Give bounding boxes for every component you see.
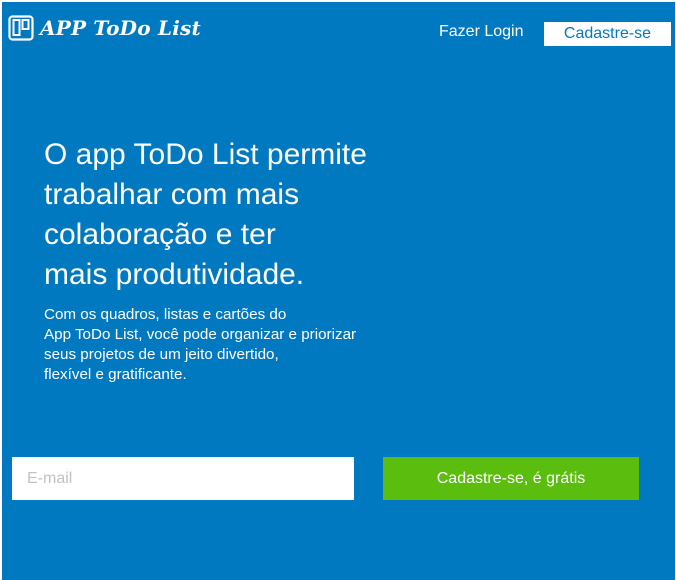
headline-line: O app ToDo List permite [44, 138, 367, 171]
subtext-line: flexível e gratificante. [44, 366, 187, 383]
headline-line: mais produtividade. [44, 258, 305, 291]
headline-line: trabalhar com mais [44, 178, 300, 211]
page: APP ToDo List Fazer Login Cadastre-se O … [0, 0, 676, 580]
logo[interactable]: APP ToDo List [8, 15, 201, 41]
headline-line: colaboração e ter [44, 218, 276, 251]
login-link[interactable]: Fazer Login [439, 22, 524, 42]
logo-text: APP ToDo List [40, 16, 201, 40]
headline: O app ToDo List permite trabalhar com ma… [44, 135, 464, 295]
subtext-line: App ToDo List, você pode organizar e pri… [44, 326, 357, 343]
signup-free-button[interactable]: Cadastre-se, é grátis [383, 457, 639, 500]
subtext-line: seus projetos de um jeito divertido, [44, 346, 279, 363]
board-icon [8, 15, 34, 41]
hero-section: APP ToDo List Fazer Login Cadastre-se O … [2, 2, 675, 580]
signup-button[interactable]: Cadastre-se [544, 22, 671, 46]
subtext-line: Com os quadros, listas e cartões do [44, 306, 287, 323]
subtext: Com os quadros, listas e cartões do App … [44, 305, 424, 385]
email-input[interactable] [12, 457, 354, 500]
